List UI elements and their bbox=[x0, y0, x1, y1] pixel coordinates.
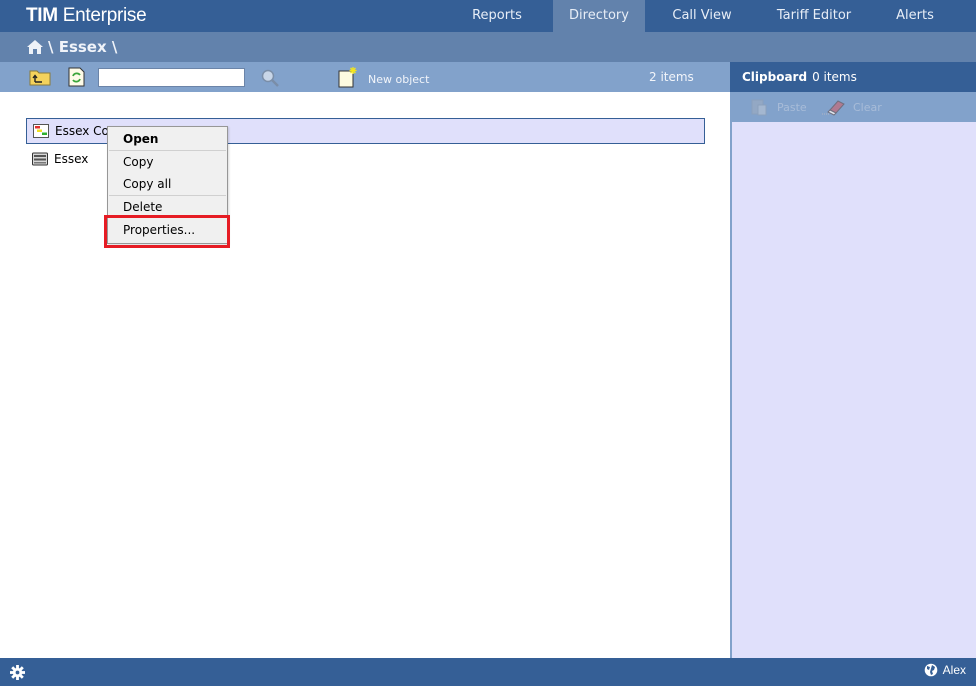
magnifier-icon[interactable] bbox=[260, 68, 282, 88]
tab-reports[interactable]: Reports bbox=[441, 0, 553, 32]
globe-icon bbox=[924, 663, 937, 677]
new-document-icon bbox=[338, 67, 357, 88]
refresh-icon[interactable] bbox=[66, 67, 88, 87]
search-input[interactable] bbox=[98, 68, 245, 87]
item-count: 2 items bbox=[649, 70, 694, 84]
tab-directory[interactable]: Directory bbox=[553, 0, 645, 32]
clear-label: Clear bbox=[853, 100, 882, 114]
menu-item-copy-all[interactable]: Copy all bbox=[108, 173, 227, 195]
new-object-button[interactable]: New object bbox=[338, 65, 429, 89]
paste-label: Paste bbox=[777, 100, 807, 114]
home-icon[interactable] bbox=[26, 39, 44, 55]
paste-button[interactable]: Paste bbox=[750, 98, 807, 116]
list-item-label: Essex bbox=[54, 152, 89, 166]
gear-icon[interactable] bbox=[10, 665, 25, 680]
list-item-label: Essex Co bbox=[55, 124, 109, 138]
top-nav-bar: TIM Enterprise Reports Directory Call Vi… bbox=[0, 0, 976, 32]
clipboard-header: Clipboard 0 items bbox=[730, 62, 976, 92]
clipboard-list[interactable] bbox=[732, 122, 976, 658]
clear-button[interactable]: Clear bbox=[822, 98, 882, 116]
menu-item-copy[interactable]: Copy bbox=[108, 151, 227, 173]
eraser-icon bbox=[822, 100, 845, 116]
app-logo: TIM Enterprise bbox=[26, 5, 147, 26]
menu-item-properties[interactable]: Properties... bbox=[108, 219, 227, 241]
directory-toolbar: New object 2 items bbox=[0, 62, 730, 92]
user-name: Alex bbox=[942, 663, 966, 677]
tab-call-view[interactable]: Call View bbox=[645, 0, 759, 32]
breadcrumb: \ Essex \ bbox=[26, 38, 117, 56]
paste-icon bbox=[751, 99, 767, 116]
clipboard-title: Clipboard bbox=[742, 70, 808, 84]
main-nav: Reports Directory Call View Tariff Edito… bbox=[441, 0, 961, 32]
tab-tariff-editor[interactable]: Tariff Editor bbox=[759, 0, 869, 32]
tab-alerts[interactable]: Alerts bbox=[869, 0, 961, 32]
breadcrumb-path[interactable]: \ Essex \ bbox=[48, 38, 117, 56]
menu-item-open[interactable]: Open bbox=[108, 128, 227, 150]
context-menu: Open Copy Copy all Delete Properties... bbox=[107, 126, 228, 244]
menu-item-delete[interactable]: Delete bbox=[108, 196, 227, 218]
new-object-label: New object bbox=[368, 72, 430, 86]
clipboard-count: 0 items bbox=[812, 70, 857, 84]
breadcrumb-bar: \ Essex \ bbox=[0, 32, 976, 62]
folder-up-icon[interactable] bbox=[29, 67, 51, 87]
clipboard-toolbar: Paste Clear bbox=[730, 92, 976, 122]
site-icon bbox=[33, 124, 49, 138]
footer-bar: Alex bbox=[0, 658, 976, 686]
user-menu[interactable]: Alex bbox=[924, 663, 966, 677]
pbx-icon bbox=[32, 152, 48, 166]
